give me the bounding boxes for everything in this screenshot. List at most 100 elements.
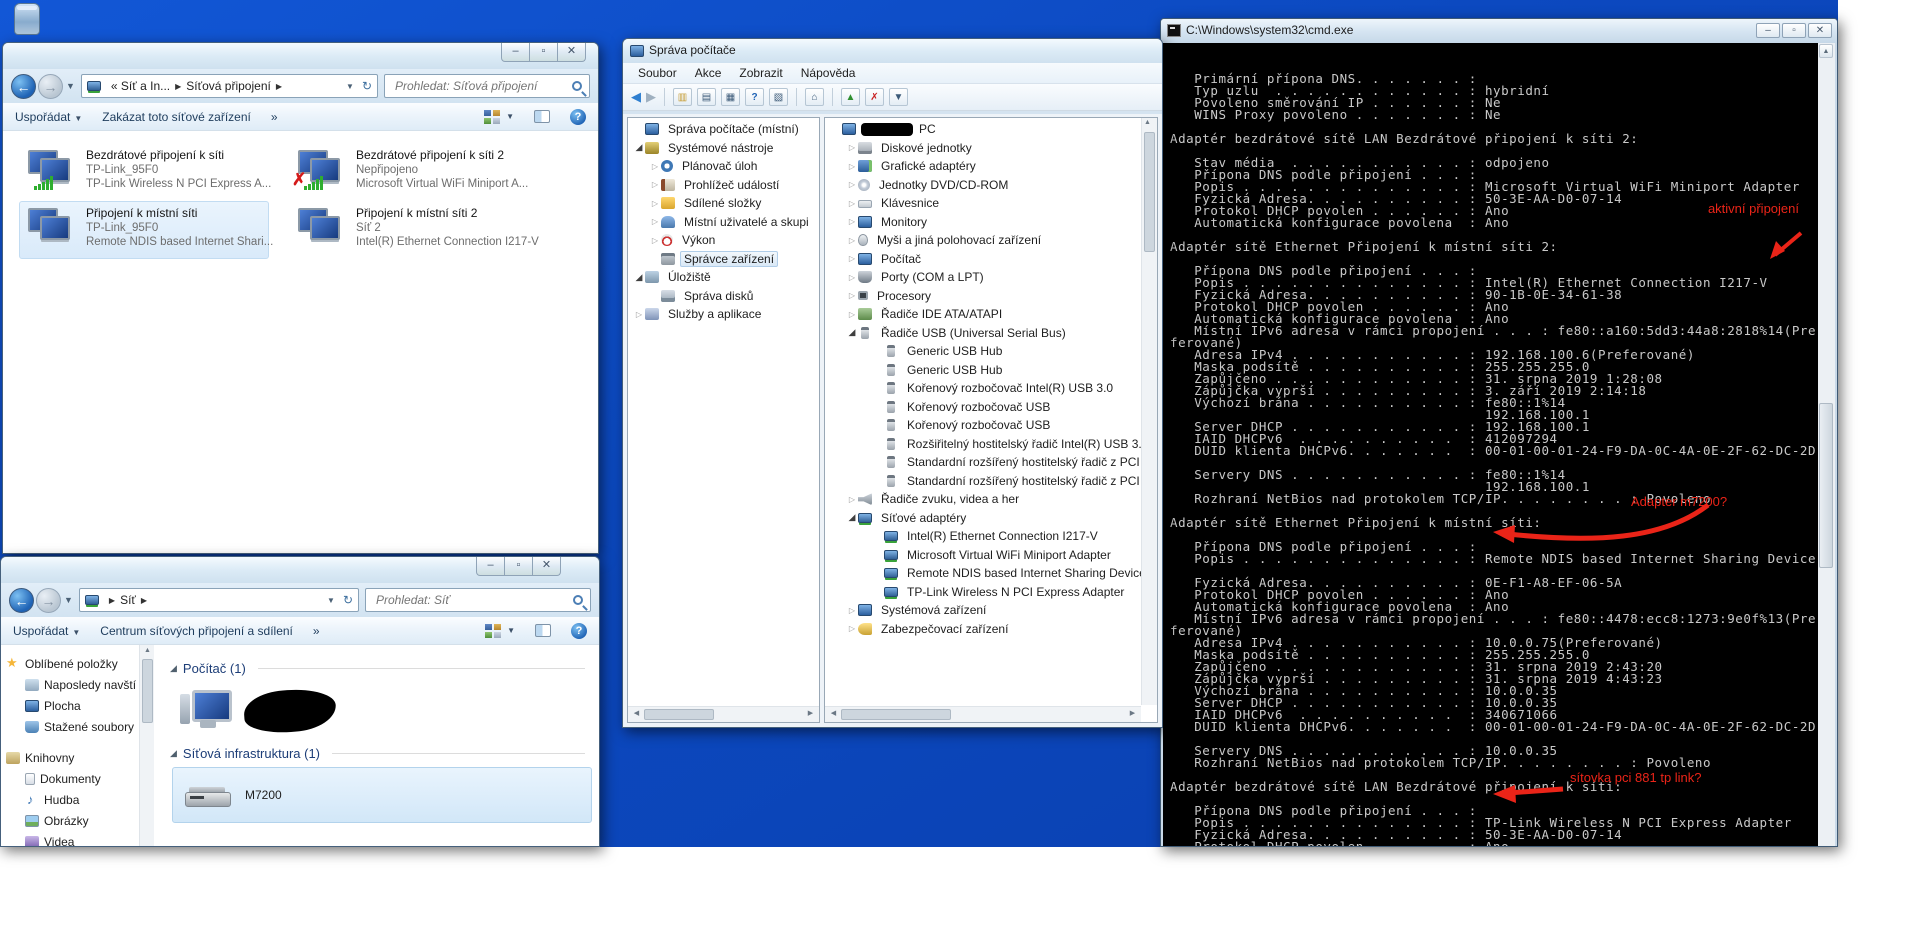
device-label[interactable]: Myši a jiná polohovací zařízení	[873, 232, 1045, 248]
change-view-button[interactable]: ▼	[485, 624, 515, 638]
back-icon[interactable]: ◀	[631, 89, 641, 105]
window-titlebar[interactable]: Správa počítače	[623, 39, 1162, 63]
properties-icon[interactable]: ▦	[721, 88, 740, 106]
tree-item[interactable]: Úložiště	[628, 268, 819, 287]
expander-icon[interactable]	[846, 606, 858, 615]
device-tree-item[interactable]: Generic USB Hub	[825, 342, 1141, 361]
device-tree-item[interactable]: Intel(R) Ethernet Connection I217-V	[825, 527, 1141, 546]
device-label[interactable]: Porty (COM a LPT)	[877, 269, 988, 285]
expander-icon[interactable]	[846, 143, 858, 152]
expander-icon[interactable]	[846, 624, 858, 633]
maximize-button[interactable]: ▫	[504, 557, 533, 576]
device-tree-item[interactable]: Porty (COM a LPT)	[825, 268, 1141, 287]
scroll-left-icon[interactable]: ◀	[827, 709, 840, 717]
scroll-up-icon[interactable]: ▲	[1819, 44, 1833, 58]
scan-changes-icon[interactable]: ▼	[889, 88, 908, 106]
network-connection-item[interactable]: ✗ Připojení k místní síti TP-Link_95F0 R…	[19, 201, 269, 259]
scroll-up-icon[interactable]: ▲	[1144, 119, 1151, 126]
minimize-button[interactable]: –	[501, 43, 530, 62]
minimize-button[interactable]: –	[1756, 23, 1780, 38]
nav-history-dropdown-icon[interactable]: ▼	[66, 81, 75, 91]
device-label[interactable]: Grafické adaptéry	[877, 158, 980, 174]
device-label[interactable]: Řadiče IDE ATA/ATAPI	[877, 306, 1006, 322]
expander-icon[interactable]	[846, 180, 858, 189]
router-item[interactable]: M7200	[172, 767, 592, 823]
device-label[interactable]: Diskové jednotky	[877, 140, 976, 156]
scrollbar-thumb[interactable]	[1144, 132, 1155, 252]
tree-item-label[interactable]: Služby a aplikace	[664, 306, 765, 322]
device-tree-item[interactable]: Diskové jednotky	[825, 139, 1141, 158]
tree-item-label[interactable]: Systémové nástroje	[664, 140, 777, 156]
search-icon[interactable]	[573, 595, 583, 605]
tree-item-label[interactable]: Prohlížeč událostí	[680, 177, 783, 193]
expander-icon[interactable]	[649, 162, 661, 171]
preview-pane-button[interactable]	[535, 624, 551, 637]
breadcrumb[interactable]: « Síť a In... ▶ Síťová připojení ▶ ▼ ↻	[81, 74, 378, 98]
device-tree-item[interactable]: Grafické adaptéry	[825, 157, 1141, 176]
tree-item[interactable]: Systémové nástroje	[628, 139, 819, 158]
network-connection-item[interactable]: ✗ Bezdrátové připojení k síti TP-Link_95…	[19, 143, 269, 201]
tree-item-label[interactable]: Správce zařízení	[680, 251, 778, 267]
menu-item[interactable]: Zobrazit	[730, 63, 791, 83]
device-tree-item[interactable]: Počítač	[825, 250, 1141, 269]
device-label[interactable]: Remote NDIS based Internet Sharing Devic…	[903, 565, 1141, 581]
maximize-button[interactable]: ▫	[529, 43, 558, 62]
uninstall-device-icon[interactable]: ✗	[865, 88, 884, 106]
show-hide-tree-icon[interactable]: ▤	[697, 88, 716, 106]
device-tree-item[interactable]: Klávesnice	[825, 194, 1141, 213]
device-label[interactable]: Síťové adaptéry	[877, 510, 970, 526]
change-view-button[interactable]: ▼	[484, 110, 514, 124]
minimize-button[interactable]: –	[476, 557, 505, 576]
search-icon[interactable]	[572, 81, 582, 91]
sidebar-item[interactable]: Videa	[1, 831, 139, 847]
breadcrumb-root[interactable]: « Síť a In...	[111, 79, 170, 93]
sidebar-item[interactable]: Hudba	[1, 789, 139, 810]
scrollbar-thumb[interactable]	[142, 659, 153, 723]
tree-item[interactable]: Místní uživatelé a skupi	[628, 213, 819, 232]
scrollbar-thumb[interactable]	[841, 709, 951, 720]
window-network-browse[interactable]: – ▫ ✕ ← → ▼ ▶ Síť ▶ ▼ ↻ Uspořádat▼ Centr…	[0, 556, 600, 847]
expander-icon[interactable]	[846, 495, 858, 504]
device-tree-item[interactable]: Řadiče USB (Universal Serial Bus)	[825, 324, 1141, 343]
breadcrumb-current[interactable]: Síťová připojení	[186, 79, 271, 93]
close-button[interactable]: ✕	[532, 557, 561, 576]
device-label[interactable]: Počítač	[877, 251, 925, 267]
sidebar-scrollbar[interactable]: ▲	[139, 645, 154, 846]
address-dropdown-icon[interactable]: ▼	[346, 82, 354, 91]
tree-item-label[interactable]: Správa počítače (místní)	[664, 121, 803, 137]
device-label[interactable]: Rozšiřitelný hostitelský řadič Intel(R) …	[903, 436, 1141, 452]
menu-item[interactable]: Soubor	[629, 63, 686, 83]
help-button[interactable]: ?	[571, 623, 587, 639]
menu-item[interactable]: Akce	[686, 63, 731, 83]
device-label[interactable]: Microsoft Virtual WiFi Miniport Adapter	[903, 547, 1115, 563]
breadcrumb-current[interactable]: Síť	[120, 593, 136, 607]
expander-icon[interactable]	[846, 291, 858, 300]
window-cmd[interactable]: C:\Windows\system32\cmd.exe – ▫ ✕ Primár…	[1160, 18, 1838, 847]
forward-button[interactable]: →	[36, 588, 61, 613]
scroll-left-icon[interactable]: ◀	[630, 709, 643, 717]
toolbar-more-button[interactable]: »	[271, 110, 278, 124]
refresh-icon[interactable]: ↻	[343, 593, 353, 607]
tree-item-label[interactable]: Úložiště	[664, 269, 715, 285]
help-icon[interactable]: ?	[745, 88, 764, 106]
horizontal-scrollbar[interactable]: ◀ ▶	[628, 706, 819, 722]
breadcrumb[interactable]: ▶ Síť ▶ ▼ ↻	[79, 588, 359, 612]
device-label[interactable]: Kořenový rozbočovač Intel(R) USB 3.0	[903, 380, 1117, 396]
disable-device-button[interactable]: Zakázat toto síťové zařízení	[102, 110, 251, 124]
expander-icon[interactable]	[846, 199, 858, 208]
network-connection-item[interactable]: ✗ Bezdrátové připojení k síti 2 Nepřipoj…	[289, 143, 539, 201]
device-tree-item[interactable]: Síťové adaptéry	[825, 509, 1141, 528]
back-button[interactable]: ←	[9, 588, 34, 613]
window-network-connections[interactable]: – ▫ ✕ ← → ▼ « Síť a In... ▶ Síťová připo…	[2, 42, 599, 554]
expander-icon[interactable]	[846, 217, 858, 226]
nav-history-dropdown-icon[interactable]: ▼	[64, 595, 73, 605]
device-label[interactable]: Řadiče USB (Universal Serial Bus)	[877, 325, 1070, 341]
expander-icon[interactable]	[649, 236, 661, 245]
console-output[interactable]: Primární přípona DNS. . . . . . . : Typ …	[1163, 43, 1835, 846]
tree-item-label[interactable]: Správa disků	[680, 288, 757, 304]
tree-item-label[interactable]: Výkon	[678, 232, 719, 248]
device-tree-item[interactable]: PC	[825, 120, 1141, 139]
expander-icon[interactable]	[846, 310, 858, 319]
recycle-bin-icon[interactable]	[14, 3, 40, 35]
organize-button[interactable]: Uspořádat▼	[15, 110, 82, 124]
